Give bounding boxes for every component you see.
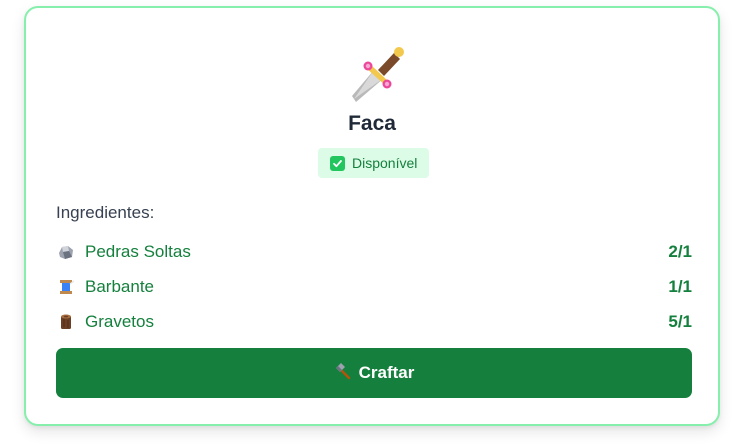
dagger-icon (352, 47, 404, 102)
ingredient-quantity: 2/1 (668, 241, 692, 261)
ingredient-list: Pedras Soltas 2/1 Barbante 1/1 Gravetos … (56, 234, 692, 339)
ingredient-name: Barbante (85, 276, 154, 296)
ingredient-quantity: 1/1 (668, 276, 692, 296)
status-badge: Disponível (318, 148, 430, 178)
ingredient-row: Barbante 1/1 (56, 269, 692, 304)
ingredient-name: Pedras Soltas (85, 241, 191, 261)
wood-log-icon (56, 312, 76, 332)
check-icon (330, 155, 345, 171)
ingredients-title: Ingredientes: (56, 203, 155, 222)
hammer-icon (334, 362, 352, 385)
ingredient-name: Gravetos (85, 311, 154, 331)
ingredient-quantity: 5/1 (668, 311, 692, 331)
craft-button[interactable]: Craftar (56, 348, 692, 398)
thread-spool-icon (56, 277, 76, 297)
ingredient-row: Pedras Soltas 2/1 (56, 234, 692, 269)
ingredient-row: Gravetos 5/1 (56, 304, 692, 339)
item-name: Faca (348, 112, 396, 135)
craft-button-label: Craftar (358, 363, 415, 382)
recipe-card: Faca Disponível Ingredientes: Pedras Sol… (24, 6, 720, 426)
stone-icon (56, 242, 76, 262)
status-label: Disponível (352, 155, 418, 171)
